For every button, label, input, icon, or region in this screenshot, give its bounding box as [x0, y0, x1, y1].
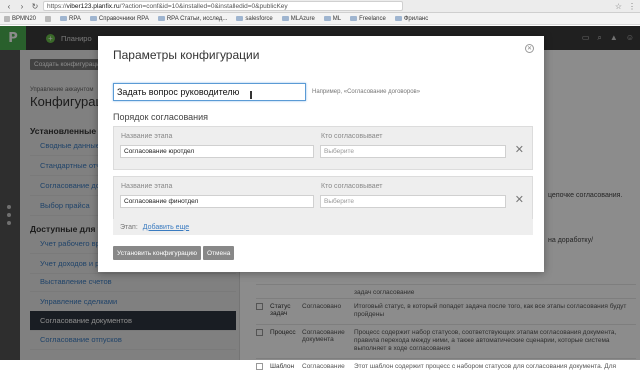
stage-row: Название этапа Кто согласовывает Согласо…	[113, 176, 533, 220]
folder-icon	[281, 16, 289, 21]
dialog-title: Параметры конфигурации	[113, 48, 260, 62]
table-row: Шаблон Согласование Этот шаблон содержит…	[256, 358, 636, 384]
url-prefix: https://	[47, 2, 67, 10]
approver-select[interactable]: Выберите	[320, 145, 506, 158]
stage-name-input[interactable]: Согласование финотдел	[120, 195, 314, 208]
add-stage-link[interactable]: Добавить еще	[143, 224, 189, 231]
close-icon[interactable]: ✕	[525, 44, 534, 53]
bookmark-item[interactable]: Фриланс	[394, 16, 428, 22]
add-stage-prefix: Этап:	[120, 223, 138, 231]
config-name-input[interactable]	[113, 83, 306, 101]
text-cursor-icon	[250, 91, 252, 99]
bookmark-item[interactable]: BPMN20	[4, 15, 36, 22]
browser-toolbar: ‹ › ↻ https:// viber123.planfix.ru /?act…	[0, 0, 640, 13]
folder-icon	[60, 16, 68, 21]
address-bar[interactable]: https:// viber123.planfix.ru /?action=co…	[43, 1, 403, 11]
url-host: viber123.planfix.ru	[66, 2, 120, 10]
template-icon	[256, 363, 263, 370]
folder-icon	[323, 16, 331, 21]
folder-icon	[157, 16, 165, 21]
bookmark-item[interactable]: Freelance	[350, 16, 386, 22]
reload-icon[interactable]: ↻	[30, 1, 40, 11]
folder-icon	[350, 16, 358, 21]
bookmark-item[interactable]: Справочники RPA	[89, 16, 149, 22]
bookmark-icon	[45, 15, 52, 22]
bookmark-item[interactable]: MLAzure	[281, 16, 315, 22]
back-icon[interactable]: ‹	[4, 1, 14, 11]
forward-icon[interactable]: ›	[17, 1, 27, 11]
add-stage-row: Этап: Добавить еще	[113, 219, 533, 235]
remove-stage-icon[interactable]: ✕	[515, 195, 524, 206]
approver-select[interactable]: Выберите	[320, 195, 506, 208]
stage-name-input[interactable]: Согласование юротдел	[120, 145, 314, 158]
menu-icon[interactable]: ⋮	[628, 2, 636, 11]
url-path: /?action=conf&id=10&installed=0&installe…	[119, 2, 288, 10]
name-hint: Например, «Согласование договоров»	[312, 89, 421, 95]
stage-name-label: Название этапа	[121, 183, 173, 190]
folder-icon	[89, 16, 97, 21]
install-config-button[interactable]: Установить конфигурацию	[113, 246, 202, 260]
bookmarks-bar: BPMN20 RPA Справочники RPA RPA Статьи, и…	[0, 13, 640, 25]
approval-order-title: Порядок согласования	[113, 112, 209, 122]
stage-name-label: Название этапа	[121, 133, 173, 140]
bookmark-item[interactable]: RPA	[60, 16, 81, 22]
approver-label: Кто согласовывает	[321, 133, 383, 140]
bookmark-item[interactable]: ML	[323, 16, 341, 22]
bookmark-item[interactable]: salesforce	[236, 16, 273, 22]
bookmark-item[interactable]: RPA Статьи, исслед...	[157, 16, 227, 22]
folder-icon	[236, 16, 244, 21]
cancel-button[interactable]: Отмена	[203, 246, 235, 260]
approver-label: Кто согласовывает	[321, 183, 383, 190]
bookmark-icon	[4, 15, 10, 22]
bookmark-item[interactable]	[45, 15, 52, 22]
star-icon[interactable]: ☆	[615, 2, 622, 11]
folder-icon	[394, 16, 402, 21]
stage-row: Название этапа Кто согласовывает Согласо…	[113, 126, 533, 170]
config-dialog: Параметры конфигурации ✕ Например, «Согл…	[98, 36, 544, 272]
remove-stage-icon[interactable]: ✕	[515, 145, 524, 156]
